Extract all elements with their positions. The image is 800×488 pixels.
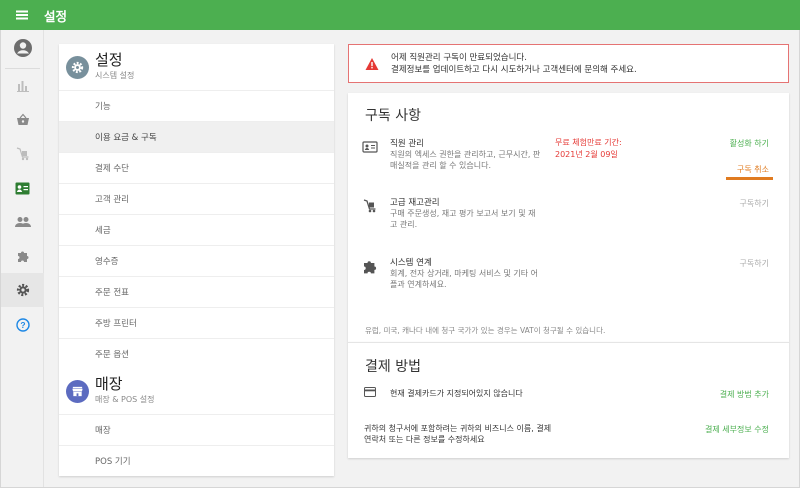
account-circle-icon — [13, 39, 32, 57]
subscriptions-card: 구독 사항 직원 관리 직원의 엑세스 권한을 관리하고, 근무시간, 판매실적… — [348, 93, 789, 342]
vat-note: 유럽, 미국, 캐나다 내에 청구 국가가 있는 경우는 VAT이 청구될 수 … — [365, 326, 606, 335]
menu-item-pos-devices[interactable]: POS 기기 — [59, 445, 334, 476]
payment-title: 결제 방법 — [365, 359, 421, 375]
hamburger-icon — [16, 14, 28, 16]
expiry-alert: 어제 직원관리 구독이 만료되었습니다. 결제정보를 업데이트하고 다시 시도하… — [348, 44, 789, 83]
warning-icon — [365, 57, 379, 70]
trial-date: 2021년 2월 09일 — [555, 150, 618, 159]
rail-customers[interactable] — [1, 205, 44, 239]
nav-rail: ? — [1, 30, 44, 487]
subscription-name: 직원 관리 — [390, 139, 424, 149]
activate-button[interactable]: 활성화 하기 — [730, 138, 769, 149]
menu-item-customers[interactable]: 고객 관리 — [59, 183, 334, 214]
store-section-subtitle: 매장 & POS 설정 — [95, 395, 155, 404]
store-icon — [66, 380, 89, 403]
menu-item-billing[interactable]: 이용 요금 & 구독 — [59, 121, 334, 152]
menu-item-order-options[interactable]: 주문 옵션 — [59, 338, 334, 369]
subscribe-button[interactable]: 구독하기 — [740, 198, 769, 209]
rail-reports[interactable] — [1, 69, 44, 103]
divider — [348, 342, 789, 343]
cart-dolly-icon — [16, 147, 28, 161]
subscriptions-title: 구독 사항 — [365, 108, 421, 124]
puzzle-icon — [17, 251, 28, 262]
settings-section-subtitle: 시스템 설정 — [95, 71, 135, 80]
menu-item-payment-types[interactable]: 결제 수단 — [59, 152, 334, 183]
no-card-text: 현재 결제카드가 지정되어있지 않습니다 — [390, 389, 523, 398]
gear-icon — [16, 283, 29, 297]
rail-items[interactable] — [1, 103, 44, 137]
credit-card-icon — [364, 387, 376, 397]
settings-section-title: 설정 — [95, 51, 123, 69]
puzzle-icon — [364, 261, 377, 274]
top-app-bar: 설정 — [0, 0, 800, 30]
subscription-description: 회계, 전자 상거래, 마케팅 서비스 및 기타 어플과 연계하세요. — [390, 269, 539, 289]
svg-text:?: ? — [20, 320, 25, 330]
page-title: 설정 — [44, 8, 68, 24]
store-section-title: 매장 — [95, 375, 123, 393]
trial-label: 무료 체험만료 기간: — [555, 138, 622, 147]
bar-chart-icon — [16, 81, 29, 92]
id-card-icon — [15, 182, 30, 194]
menu-item-stores[interactable]: 매장 — [59, 414, 334, 445]
subscription-description: 구매 주문생성, 재고 평가 보고서 보기 및 재고 관리. — [390, 209, 536, 229]
gear-icon — [66, 56, 89, 79]
subscription-description: 직원의 엑세스 권한을 관리하고, 근무시간, 판매실적을 관리 할 수 있습니… — [390, 150, 541, 170]
menu-item-order-tickets[interactable]: 주문 전표 — [59, 276, 334, 307]
cart-dolly-icon — [363, 199, 376, 213]
billing-info-text: 귀하의 청구서에 포함하려는 귀하의 비즈니스 이름, 결제 연락처 또는 다른… — [364, 424, 552, 444]
rail-help[interactable]: ? — [1, 308, 44, 342]
alert-line-1: 어제 직원관리 구독이 만료되었습니다. — [391, 52, 527, 63]
subscription-name: 시스템 연계 — [390, 258, 432, 268]
help-icon: ? — [15, 318, 30, 332]
menu-item-kitchen-printers[interactable]: 주방 프린터 — [59, 307, 334, 338]
subscribe-button[interactable]: 구독하기 — [740, 258, 769, 269]
rail-integrations[interactable] — [1, 239, 44, 273]
menu-item-receipts[interactable]: 영수증 — [59, 245, 334, 276]
id-card-icon — [362, 141, 378, 153]
payment-method-card: 결제 방법 현재 결제카드가 지정되어있지 않습니다 결제 방법 추가 귀하의 … — [348, 342, 789, 458]
add-payment-method-button[interactable]: 결제 방법 추가 — [720, 389, 769, 400]
cancel-highlight-underline — [726, 177, 773, 180]
store-section-header: 매장 매장 & POS 설정 — [66, 376, 155, 405]
rail-employees[interactable] — [1, 171, 44, 205]
cancel-subscription-button[interactable]: 구독 취소 — [737, 164, 769, 175]
people-icon — [14, 217, 31, 227]
menu-item-taxes[interactable]: 세금 — [59, 214, 334, 245]
rail-account[interactable] — [1, 31, 44, 65]
settings-menu-panel: 설정 시스템 설정 기능 이용 요금 & 구독 결제 수단 고객 관리 세금 영… — [59, 44, 334, 476]
rail-inventory[interactable] — [1, 137, 44, 171]
menu-button[interactable] — [0, 0, 44, 30]
subscription-name: 고급 재고관리 — [390, 198, 440, 208]
settings-section-header: 설정 시스템 설정 — [66, 52, 134, 81]
trial-expiry: 무료 체험만료 기간: 2021년 2월 09일 — [555, 137, 622, 161]
rail-settings[interactable] — [1, 273, 44, 307]
menu-item-features[interactable]: 기능 — [59, 90, 334, 121]
basket-icon — [16, 113, 29, 125]
alert-line-2: 결제정보를 업데이트하고 다시 시도하거나 고객센터에 문의해 주세요. — [391, 64, 637, 75]
edit-billing-details-button[interactable]: 결제 세부정보 수정 — [705, 424, 769, 435]
